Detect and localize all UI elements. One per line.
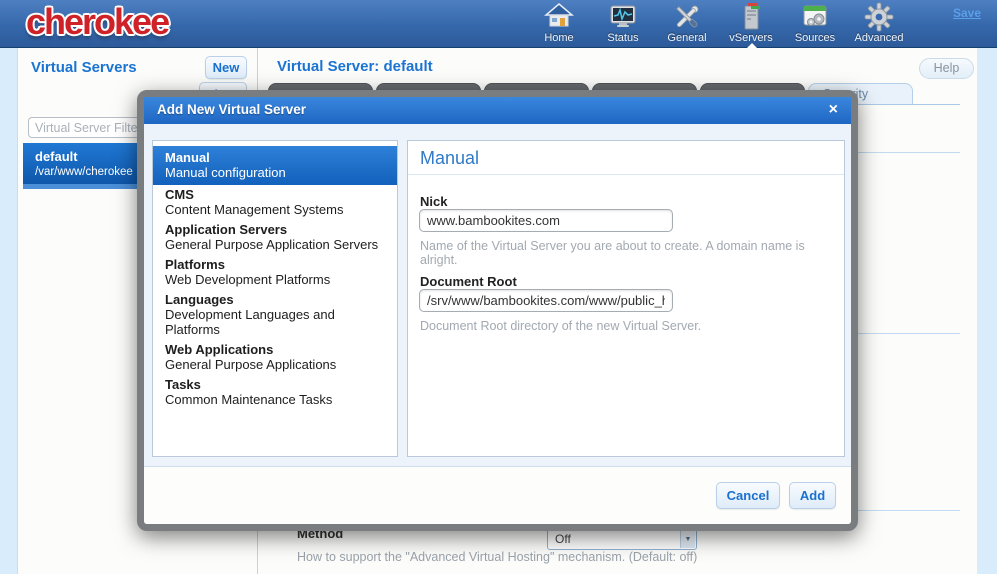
- nick-input[interactable]: [419, 209, 673, 232]
- category-cms[interactable]: CMS Content Management Systems: [153, 185, 397, 220]
- sidebar-title: Virtual Servers: [31, 59, 137, 76]
- nav-label: Advanced: [847, 32, 911, 44]
- modal-body: Manual Manual configuration CMS Content …: [144, 124, 851, 466]
- category-manual[interactable]: Manual Manual configuration: [153, 146, 397, 185]
- nav-item-vservers[interactable]: vServers: [719, 2, 783, 44]
- category-application-servers[interactable]: Application Servers General Purpose Appl…: [153, 220, 397, 255]
- method-select-value: Off: [555, 532, 571, 546]
- add-button[interactable]: Add: [789, 482, 836, 509]
- document-root-label: Document Root: [420, 274, 517, 289]
- new-vserver-button[interactable]: New: [205, 56, 247, 79]
- status-icon: [591, 2, 655, 32]
- save-button[interactable]: Save: [953, 6, 981, 20]
- nav-item-advanced[interactable]: Advanced: [847, 2, 911, 44]
- help-button[interactable]: Help: [919, 58, 974, 79]
- panel-heading: Manual: [420, 148, 479, 169]
- close-icon[interactable]: ×: [829, 97, 838, 122]
- category-tasks[interactable]: Tasks Common Maintenance Tasks: [153, 375, 397, 410]
- home-icon: [527, 2, 591, 32]
- nav-label: Sources: [783, 32, 847, 44]
- nav-label: Status: [591, 32, 655, 44]
- nav-item-general[interactable]: General: [655, 2, 719, 44]
- tools-icon: [655, 2, 719, 32]
- sources-icon: [783, 2, 847, 32]
- document-root-input[interactable]: [419, 289, 673, 312]
- nav-label: General: [655, 32, 719, 44]
- method-select[interactable]: Off ▼: [547, 529, 697, 550]
- add-vserver-modal: Add New Virtual Server × Manual Manual c…: [137, 90, 858, 531]
- nav-item-sources[interactable]: Sources: [783, 2, 847, 44]
- category-platforms[interactable]: Platforms Web Development Platforms: [153, 255, 397, 290]
- select-arrow-icon: ▼: [680, 531, 695, 548]
- category-web-applications[interactable]: Web Applications General Purpose Applica…: [153, 340, 397, 375]
- nick-help-text: Name of the Virtual Server you are about…: [420, 239, 844, 267]
- category-languages[interactable]: Languages Development Languages and Plat…: [153, 290, 397, 340]
- gear-icon: [847, 2, 911, 32]
- nav-label: Home: [527, 32, 591, 44]
- cancel-button[interactable]: Cancel: [716, 482, 780, 509]
- method-help-text: How to support the "Advanced Virtual Hos…: [297, 550, 697, 564]
- top-navigation-bar: cherokee Home: [0, 0, 997, 48]
- modal-footer: Cancel Add: [144, 466, 851, 524]
- panel-divider: [408, 174, 844, 175]
- main-nav: Home Status: [527, 2, 911, 44]
- document-root-help-text: Document Root directory of the new Virtu…: [420, 319, 701, 333]
- nav-item-status[interactable]: Status: [591, 2, 655, 44]
- cherokee-admin-page: cherokee Home: [0, 0, 997, 574]
- modal-header: Add New Virtual Server ×: [144, 97, 851, 124]
- cherokee-logo: cherokee: [26, 1, 168, 43]
- page-title: Virtual Server: default: [277, 58, 433, 75]
- nick-label: Nick: [420, 194, 447, 209]
- modal-title: Add New Virtual Server: [157, 97, 306, 123]
- manual-config-panel: Manual Nick Name of the Virtual Server y…: [407, 140, 845, 457]
- wizard-category-list: Manual Manual configuration CMS Content …: [152, 140, 398, 457]
- server-icon: [719, 2, 783, 32]
- nav-item-home[interactable]: Home: [527, 2, 591, 44]
